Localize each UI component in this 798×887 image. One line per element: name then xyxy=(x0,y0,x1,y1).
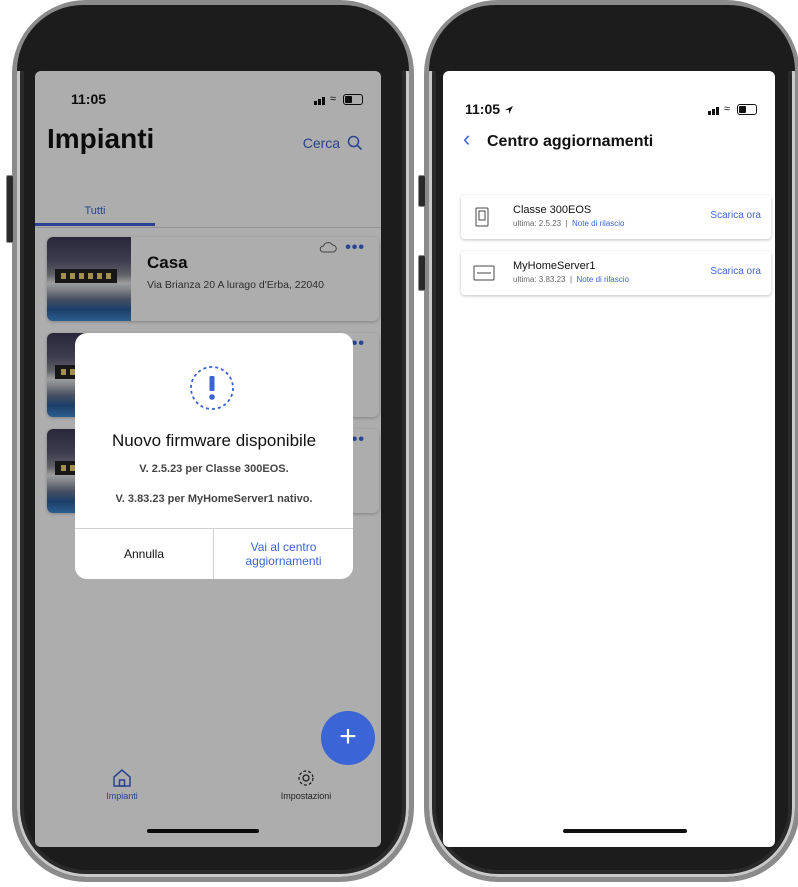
side-button xyxy=(6,175,14,243)
home-indicator xyxy=(563,829,687,833)
side-button xyxy=(418,175,426,207)
update-center-screen: 11:05 ≈ ‹ Centro aggiornamenti Classe 30… xyxy=(443,71,775,847)
back-icon[interactable]: ‹ xyxy=(463,128,470,150)
wifi-icon: ≈ xyxy=(723,103,731,115)
side-button xyxy=(418,255,426,291)
device-meta: ultima: 3.83.23 | Note di rilascio xyxy=(513,275,629,284)
dialog-line-1: V. 2.5.23 per Classe 300EOS. xyxy=(139,463,289,475)
firmware-dialog: Nuovo firmware disponibile V. 2.5.23 per… xyxy=(75,333,353,579)
download-now-button[interactable]: Scarica ora xyxy=(710,210,761,221)
separator: | xyxy=(565,219,568,228)
update-item-classe300eos: Classe 300EOS ultima: 2.5.23 | Note di r… xyxy=(461,195,771,239)
status-time-text: 11:05 xyxy=(465,101,501,117)
latest-version: ultima: 2.5.23 xyxy=(513,219,562,228)
dialog-title: Nuovo firmware disponibile xyxy=(111,431,317,450)
battery-icon xyxy=(737,103,757,115)
alert-icon xyxy=(190,366,234,410)
page-title: Centro aggiornamenti xyxy=(487,133,654,150)
device-name: MyHomeServer1 xyxy=(513,260,596,272)
phone-bezel-top xyxy=(429,5,795,71)
location-arrow-icon xyxy=(504,106,513,114)
dialog-line-2: V. 3.83.23 per MyHomeServer1 nativo. xyxy=(115,493,313,505)
release-notes-link[interactable]: Note di rilascio xyxy=(576,275,628,284)
go-to-update-center-button[interactable]: Vai al centro aggiornamenti xyxy=(214,529,353,579)
release-notes-link[interactable]: Note di rilascio xyxy=(572,219,624,228)
dialog-actions: Annulla Vai al centro aggiornamenti xyxy=(75,528,353,579)
signal-icon xyxy=(707,103,720,116)
status-icons: ≈ xyxy=(707,103,757,116)
phone-bezel-top xyxy=(17,5,409,71)
device-name: Classe 300EOS xyxy=(513,204,592,216)
phone-right: 11:05 ≈ ‹ Centro aggiornamenti Classe 30… xyxy=(418,0,798,882)
add-button[interactable]: + xyxy=(321,711,375,765)
download-now-button[interactable]: Scarica ora xyxy=(710,266,761,277)
cancel-button[interactable]: Annulla xyxy=(75,529,214,579)
separator: | xyxy=(569,275,573,284)
impianti-screen: 11:05 ≈ Impianti Cerca Tutti Casa Via Br… xyxy=(35,71,381,847)
device-meta: ultima: 2.5.23 | Note di rilascio xyxy=(513,219,624,228)
go-label-1: Vai al centro xyxy=(250,540,317,554)
status-time: 11:05 xyxy=(465,101,514,117)
update-item-myhomeserver1: MyHomeServer1 ultima: 3.83.23 | Note di … xyxy=(461,251,771,295)
server-icon xyxy=(473,265,495,281)
door-panel-icon xyxy=(475,207,489,227)
go-label-2: aggiornamenti xyxy=(245,554,322,568)
phone-left: 11:05 ≈ Impianti Cerca Tutti Casa Via Br… xyxy=(6,0,414,882)
latest-version: ultima: 3.83.23 xyxy=(513,275,566,284)
